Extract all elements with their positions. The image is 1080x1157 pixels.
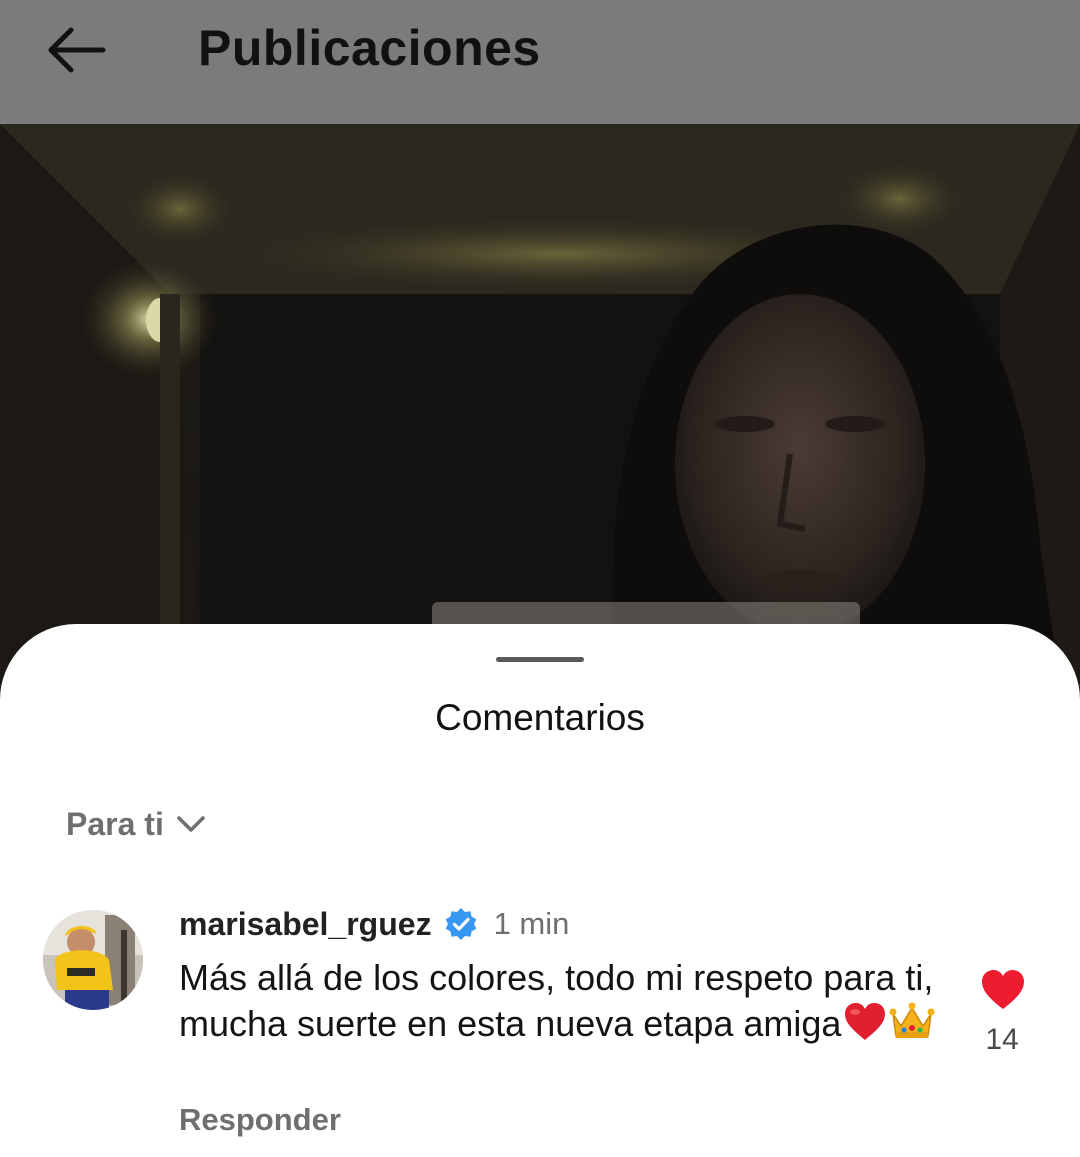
like-button[interactable] — [978, 968, 1028, 1012]
drag-handle[interactable] — [496, 657, 584, 662]
arrow-left-icon — [48, 27, 106, 73]
comment-username[interactable]: marisabel_rguez — [179, 904, 432, 944]
comment-text: Más allá de los colores, todo mi respeto… — [179, 956, 939, 1052]
heart-icon — [982, 970, 1024, 1009]
sort-label: Para ti — [66, 806, 164, 842]
comment-timestamp: 1 min — [493, 906, 570, 941]
verified-badge-icon — [442, 905, 480, 943]
crown-emoji — [889, 1000, 935, 1052]
top-bar: Publicaciones — [0, 0, 1080, 124]
comment-header: marisabel_rguez 1 min — [179, 904, 569, 944]
comment-item: marisabel_rguez 1 min Más allá de los co… — [0, 904, 1080, 1157]
back-button[interactable] — [38, 18, 116, 82]
like-count: 14 — [985, 1023, 1019, 1056]
comments-sheet: Comentarios Para ti marisabel_rguez 1 mi… — [0, 624, 1080, 1157]
avatar[interactable] — [43, 910, 143, 1010]
page-title: Publicaciones — [198, 20, 541, 76]
post-photo — [0, 124, 1080, 684]
chevron-down-icon — [176, 814, 206, 834]
reply-button[interactable]: Responder — [179, 1100, 341, 1140]
sort-dropdown[interactable]: Para ti — [66, 804, 206, 844]
comment-body: Más allá de los colores, todo mi respeto… — [179, 957, 934, 1044]
red-heart-emoji — [843, 1002, 887, 1052]
app-screen: Publicaciones Comentarios Para ti marisa… — [0, 0, 1080, 1157]
sheet-title: Comentarios — [435, 697, 645, 738]
